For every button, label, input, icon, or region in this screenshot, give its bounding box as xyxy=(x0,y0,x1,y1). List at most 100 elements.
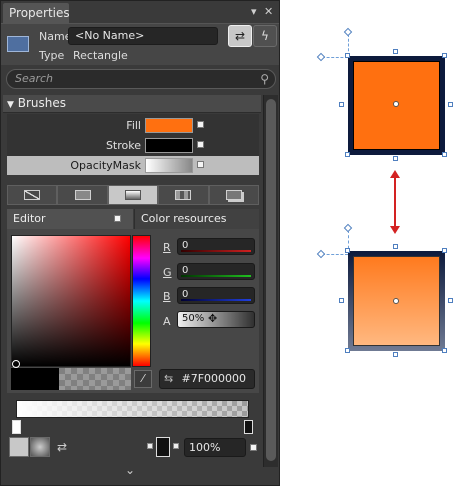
bottom-guide-horizontal xyxy=(322,254,348,255)
color-format-toggle-icon[interactable]: ⇆ xyxy=(164,372,178,385)
type-label: Type xyxy=(39,49,65,62)
fill-label: Fill xyxy=(126,119,141,132)
stroke-swatch[interactable] xyxy=(145,138,193,153)
opacitymask-advanced-marker[interactable] xyxy=(197,161,204,168)
expand-more-icon[interactable]: ⌄ xyxy=(125,463,135,477)
brushes-section-header[interactable]: ▼ Brushes xyxy=(3,95,261,113)
corner-radius-handle-left-2[interactable] xyxy=(316,249,326,259)
gradient-brush-tab[interactable] xyxy=(107,185,159,205)
panel-title: Properties xyxy=(3,3,70,23)
fill-swatch[interactable] xyxy=(145,118,193,133)
color-resources-tab[interactable]: Color resources xyxy=(134,209,259,229)
search-input[interactable]: Search ⚲ xyxy=(6,69,276,89)
opacitymask-label: OpacityMask xyxy=(70,159,141,172)
opacitymask-brush-row[interactable]: OpacityMask xyxy=(7,156,259,175)
tile-brush-tab[interactable] xyxy=(158,185,209,205)
no-brush-icon xyxy=(24,190,41,200)
top-handle-mr[interactable] xyxy=(448,102,453,107)
stroke-label: Stroke xyxy=(105,139,141,152)
scrollbar-thumb[interactable] xyxy=(266,99,276,461)
bottom-handle-tc[interactable] xyxy=(393,244,398,249)
brush-type-tabs xyxy=(7,185,260,205)
brush-resource-tab[interactable] xyxy=(208,185,260,205)
top-handle-tc[interactable] xyxy=(393,49,398,54)
properties-panel: Properties ▾ ✕ Name <No Name> Type Recta… xyxy=(0,0,280,486)
top-handle-ml[interactable] xyxy=(339,102,344,107)
red-input[interactable]: 0 xyxy=(177,238,255,255)
gradient-stop-end[interactable] xyxy=(244,420,253,434)
search-icon: ⚲ xyxy=(260,72,269,86)
red-label: R xyxy=(163,241,171,254)
red-slider[interactable] xyxy=(181,250,251,252)
green-label: G xyxy=(163,266,172,279)
scrollbar[interactable] xyxy=(263,95,278,467)
object-type-icon xyxy=(7,36,29,52)
bottom-handle-mr[interactable] xyxy=(448,298,453,303)
blue-input[interactable]: 0 xyxy=(177,287,255,304)
search-placeholder: Search xyxy=(15,72,54,85)
linear-gradient-button[interactable] xyxy=(9,437,29,457)
alpha-label: A xyxy=(163,315,171,328)
no-brush-tab[interactable] xyxy=(7,185,58,205)
top-handle-tr[interactable] xyxy=(442,53,447,58)
bottom-handle-tr[interactable] xyxy=(442,248,447,253)
name-field[interactable]: <No Name> xyxy=(68,27,218,45)
gradient-bar[interactable] xyxy=(16,400,249,418)
radial-gradient-button[interactable] xyxy=(30,437,50,457)
green-input[interactable]: 0 xyxy=(177,263,255,280)
brush-resource-icon xyxy=(225,190,242,200)
color-picker-handle[interactable] xyxy=(12,360,20,368)
hex-color-input[interactable]: ⇆ #7F000000 xyxy=(159,369,255,389)
corner-radius-handle-top-2[interactable] xyxy=(343,223,353,233)
green-slider[interactable] xyxy=(181,275,251,277)
solid-brush-icon xyxy=(74,190,91,200)
gradient-stop-offset-input[interactable]: 100% xyxy=(184,438,246,457)
close-icon[interactable]: ✕ xyxy=(264,5,273,18)
stroke-advanced-marker[interactable] xyxy=(197,141,204,148)
events-view-button[interactable]: ϟ xyxy=(253,25,277,47)
top-handle-bc[interactable] xyxy=(393,156,398,161)
solid-brush-tab[interactable] xyxy=(57,185,108,205)
offset-advanced-marker[interactable] xyxy=(250,444,257,451)
reverse-gradient-icon[interactable]: ⇄ xyxy=(57,440,67,454)
bottom-handle-ml[interactable] xyxy=(339,298,344,303)
prev-stop-icon[interactable] xyxy=(147,443,153,449)
pin-icon[interactable]: ▾ xyxy=(251,5,257,18)
collapse-arrow-icon: ▼ xyxy=(7,100,14,110)
top-handle-tl[interactable] xyxy=(345,53,350,58)
alpha-input[interactable]: 50% ✥ xyxy=(177,311,255,328)
brushes-section-title: Brushes xyxy=(17,96,67,110)
top-center-point[interactable] xyxy=(393,101,399,107)
bottom-handle-tl[interactable] xyxy=(345,248,350,253)
editor-advanced-marker[interactable] xyxy=(114,215,121,222)
move-cursor-icon: ✥ xyxy=(208,312,218,325)
tile-brush-icon xyxy=(175,190,192,200)
initial-color-preview xyxy=(11,368,59,390)
fill-brush-row[interactable]: Fill xyxy=(7,116,259,135)
next-stop-icon[interactable] xyxy=(173,443,179,449)
hue-slider[interactable] xyxy=(132,235,151,367)
name-label: Name xyxy=(39,30,72,43)
stroke-brush-row[interactable]: Stroke xyxy=(7,136,259,155)
selected-stop-icon xyxy=(156,437,170,457)
saturation-value-picker[interactable] xyxy=(11,235,131,367)
current-color-preview xyxy=(59,368,131,390)
properties-view-button[interactable]: ⇄ xyxy=(228,25,252,47)
corner-radius-handle-left[interactable] xyxy=(316,52,326,62)
bottom-center-point[interactable] xyxy=(393,298,399,304)
type-value: Rectangle xyxy=(73,49,128,62)
top-handle-br[interactable] xyxy=(442,152,447,157)
eyedropper-icon[interactable]: ⁄ xyxy=(134,370,152,388)
fill-advanced-marker[interactable] xyxy=(197,121,204,128)
bottom-handle-bl[interactable] xyxy=(345,348,350,353)
hex-value: #7F000000 xyxy=(181,372,247,385)
gradient-stop-start[interactable] xyxy=(12,420,21,434)
blue-slider[interactable] xyxy=(181,299,251,301)
top-handle-bl[interactable] xyxy=(345,152,350,157)
alpha-value: 50% xyxy=(182,313,205,324)
canvas-area xyxy=(282,0,469,486)
bottom-handle-br[interactable] xyxy=(442,348,447,353)
opacitymask-swatch[interactable] xyxy=(145,158,193,173)
corner-radius-handle-top[interactable] xyxy=(343,27,353,37)
bottom-handle-bc[interactable] xyxy=(393,352,398,357)
